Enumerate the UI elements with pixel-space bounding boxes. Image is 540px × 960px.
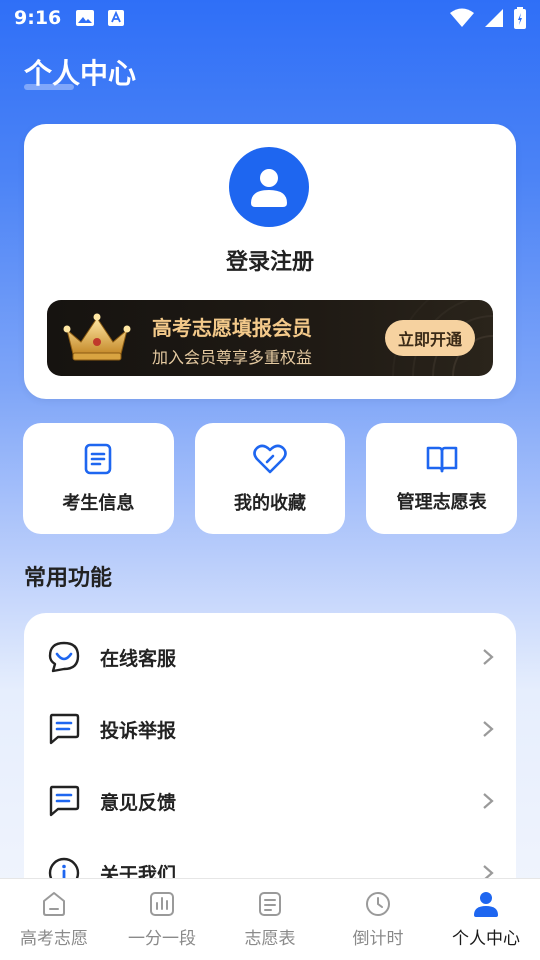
function-label: 意见反馈 xyxy=(100,791,177,814)
book-icon xyxy=(426,446,457,472)
function-item-complaint[interactable]: 投诉举报 xyxy=(24,699,516,759)
quick-actions: 考生信息 我的收藏 管理志愿表 xyxy=(23,423,518,534)
tab-application-form[interactable]: 志愿表 xyxy=(216,879,324,960)
profile-card: 登录注册 高考志愿填报会员 加入会员尊享多重权益 立即开通 xyxy=(24,124,516,399)
section-title: 常用功能 xyxy=(24,566,113,591)
tab-gaokao-application[interactable]: 高考志愿 xyxy=(0,879,108,960)
quick-action-label: 管理志愿表 xyxy=(396,491,487,513)
form-icon xyxy=(259,892,281,916)
heart-icon xyxy=(253,444,287,473)
tab-label: 志愿表 xyxy=(244,929,296,949)
quick-action-manage-applications[interactable]: 管理志愿表 xyxy=(366,423,518,534)
quick-action-student-info[interactable]: 考生信息 xyxy=(23,423,174,534)
quick-action-favorites[interactable]: 我的收藏 xyxy=(194,423,346,534)
function-item-online-service[interactable]: 在线客服 xyxy=(24,627,516,687)
chat-lines-icon xyxy=(46,711,82,747)
font-icon xyxy=(108,10,125,26)
doc-icon xyxy=(85,443,112,474)
image-icon xyxy=(76,10,95,26)
tab-countdown[interactable]: 倒计时 xyxy=(324,879,432,960)
vip-subtitle: 加入会员尊享多重权益 xyxy=(152,348,313,367)
home-icon xyxy=(43,892,65,916)
chat-lines-icon xyxy=(46,783,82,819)
chevron-right-icon xyxy=(483,793,494,809)
vip-banner[interactable]: 高考志愿填报会员 加入会员尊享多重权益 立即开通 xyxy=(47,300,493,376)
signal-icon xyxy=(485,9,503,27)
title-underline xyxy=(24,84,74,90)
function-item-feedback[interactable]: 意见反馈 xyxy=(24,771,516,831)
clock-icon xyxy=(366,892,390,916)
function-label: 投诉举报 xyxy=(100,719,177,742)
crown-icon xyxy=(63,313,131,361)
tab-score-rank[interactable]: 一分一段 xyxy=(108,879,216,960)
status-bar: 9:16 xyxy=(0,0,540,36)
vip-title: 高考志愿填报会员 xyxy=(152,316,312,340)
tab-label: 一分一段 xyxy=(128,929,196,949)
chevron-right-icon xyxy=(483,721,494,737)
tab-label: 高考志愿 xyxy=(20,929,88,949)
status-time: 9:16 xyxy=(14,7,62,29)
user-icon xyxy=(474,892,498,917)
chart-icon xyxy=(150,892,174,916)
bottom-tab-bar: 高考志愿 一分一段 志愿表 倒计时 个人中心 xyxy=(0,878,540,960)
avatar[interactable] xyxy=(229,147,309,227)
battery-icon xyxy=(514,7,526,29)
quick-action-label: 考生信息 xyxy=(62,492,135,514)
tab-label: 倒计时 xyxy=(352,929,404,949)
chevron-right-icon xyxy=(483,649,494,665)
login-register-link[interactable]: 登录注册 xyxy=(24,244,516,276)
quick-action-label: 我的收藏 xyxy=(234,492,306,514)
tab-label: 个人中心 xyxy=(452,929,520,949)
tab-profile[interactable]: 个人中心 xyxy=(432,879,540,960)
user-icon xyxy=(251,169,287,207)
activate-vip-button[interactable]: 立即开通 xyxy=(385,320,475,356)
wifi-icon xyxy=(450,8,474,27)
function-label: 在线客服 xyxy=(100,647,177,670)
chat-smile-icon xyxy=(46,639,82,675)
